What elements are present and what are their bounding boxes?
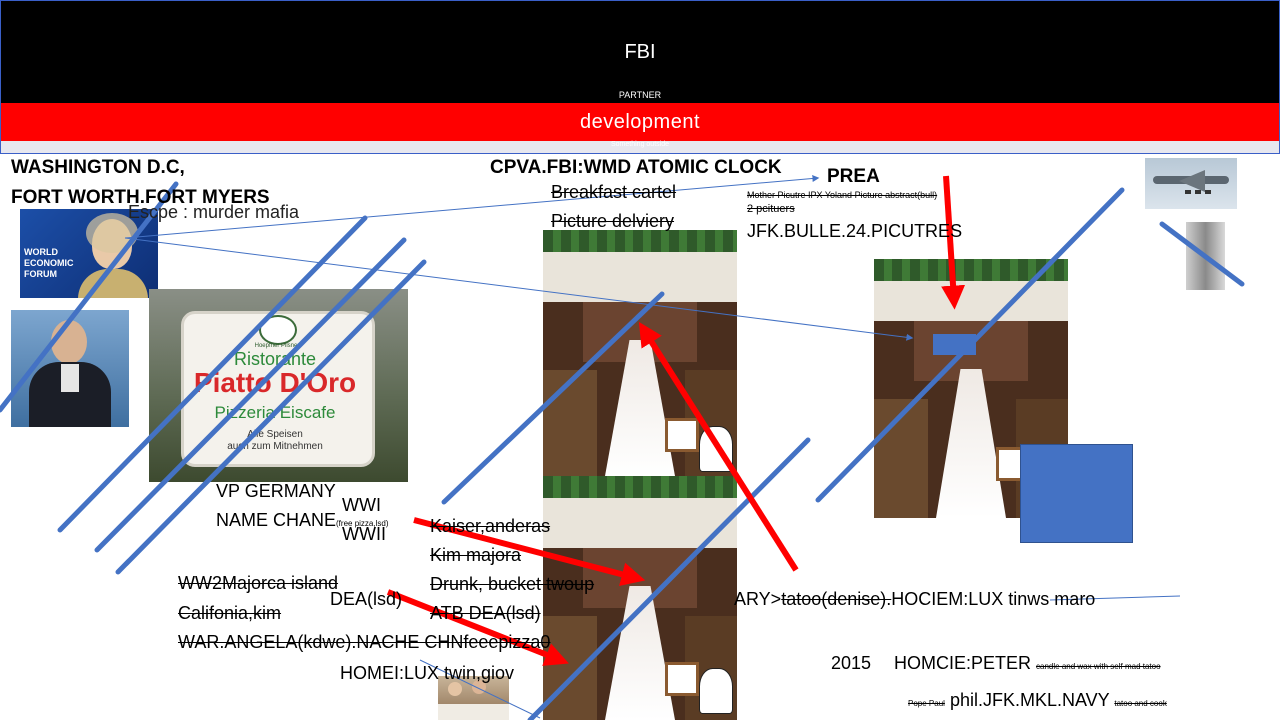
year-2015: 2015 bbox=[831, 653, 872, 673]
ww2-text-content: WW2Majorca island bbox=[178, 573, 339, 593]
slash-line bbox=[441, 291, 665, 505]
wwii-label: WWII bbox=[342, 524, 386, 544]
ary-prefix: ARY> bbox=[734, 589, 782, 609]
city-line-1: WASHINGTON D.C, bbox=[11, 157, 185, 178]
jfk-bulle-text: JFK.BULLE.24.PICUTRES bbox=[747, 221, 963, 241]
escape-text: Escpe : murder mafia bbox=[128, 202, 300, 222]
slash-line bbox=[1159, 221, 1245, 287]
tatoo-cook-text: tatoo and cook bbox=[1114, 699, 1167, 708]
connector-line bbox=[124, 237, 914, 341]
wwi-label: WWI bbox=[342, 495, 381, 515]
homcie-text: HOMCIE:PETER bbox=[894, 653, 1032, 673]
tatoo-text: tatoo(denise). bbox=[781, 589, 892, 609]
candle-text: candle and wax with self mad tatoo bbox=[1036, 662, 1161, 671]
phil-text: phil.JFK.MKL.NAVY bbox=[949, 690, 1110, 710]
dea-text: DEA(lsd) bbox=[330, 589, 403, 609]
red-arrow bbox=[638, 321, 799, 572]
prea-label: PREA bbox=[827, 166, 880, 187]
hociem-text: HOCIEM:LUX tinws maro bbox=[891, 589, 1096, 609]
breakfast-text: Breakfast cartel bbox=[551, 182, 677, 202]
phil-line: Pope Paul phil.JFK.MKL.NAVY tatoo and co… bbox=[908, 690, 1167, 711]
homcie-line: HOMCIE:PETER candle and wax with self ma… bbox=[894, 653, 1161, 674]
vp-germany: VP GERMANY bbox=[216, 481, 336, 501]
pcituers-text: 2 pcituers bbox=[747, 203, 795, 215]
center-heading: CPVA.FBI:WMD ATOMIC CLOCK bbox=[490, 157, 782, 178]
name-change-text: NAME CHANE bbox=[216, 510, 337, 530]
war-text: WAR.ANGELA(kdwe).NACHE CHNfeeepizza0 bbox=[178, 632, 551, 652]
atb-text: ATB DEA(lsd) bbox=[430, 603, 541, 623]
hociem-line: ARY>tatoo(denise).HOCIEM:LUX tinws maro bbox=[734, 589, 1095, 610]
homei-text: HOMEI:LUX twin,giov bbox=[340, 663, 515, 683]
kim-text: Kim majora bbox=[430, 545, 522, 565]
ww2-text: WW2Majorca island bbox=[178, 573, 338, 594]
drunk-text: Drunk, bucket twoup bbox=[430, 574, 595, 594]
califonia-text: Califonia,kim bbox=[178, 603, 282, 623]
pope-text: Pope Paul bbox=[908, 699, 945, 708]
picture-delivery-text: Picture delviery bbox=[551, 211, 675, 231]
kaiser-text: Kaiser,anderas bbox=[430, 516, 551, 536]
mother-picture-text: Mother Picutre IPX Yoland Picture abstra… bbox=[747, 190, 938, 200]
